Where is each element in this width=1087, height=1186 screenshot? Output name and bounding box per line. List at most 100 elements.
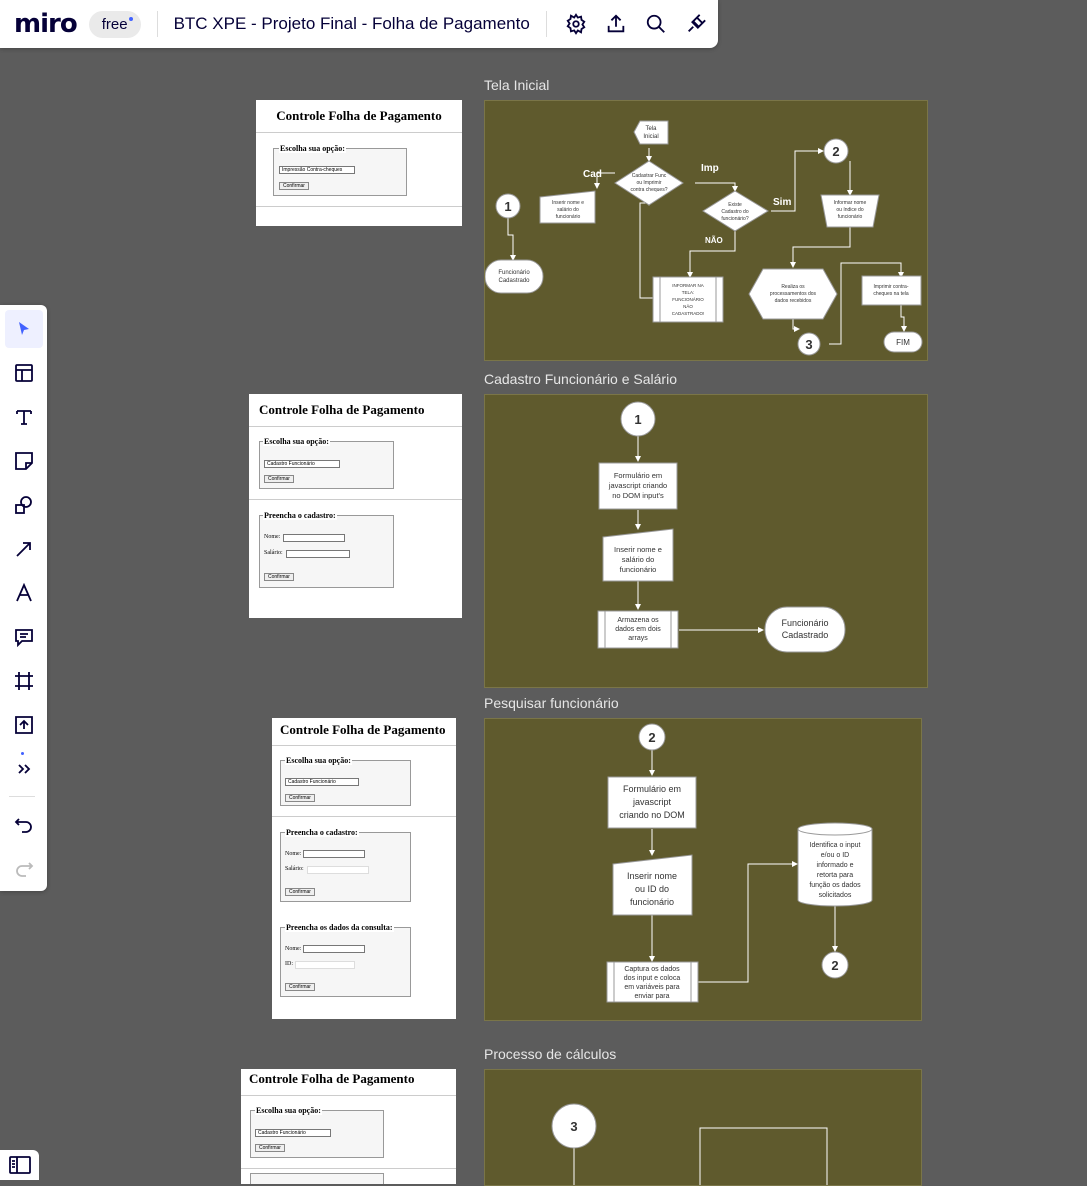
frame-title-tela-inicial[interactable]: Tela Inicial — [484, 77, 549, 93]
toolbar-divider — [9, 796, 35, 797]
plan-dot — [128, 16, 133, 21]
shot2-rule-2 — [249, 499, 462, 500]
flow1-connector-3-text: 3 — [805, 337, 812, 352]
pen-icon[interactable] — [5, 574, 43, 612]
plan-badge[interactable]: free — [88, 10, 141, 38]
comment-icon[interactable] — [5, 618, 43, 656]
frame-calculos[interactable]: 3 — [484, 1069, 922, 1186]
screenshot-cadastro[interactable]: Controle Folha de Pagamento Escolha sua … — [249, 394, 462, 618]
shot3-id-label: ID: — [285, 961, 293, 967]
shot3-nome2-input[interactable] — [303, 945, 365, 953]
flowchart-cadastro: 1 Formulário em javascript criando no DOM … — [597, 401, 846, 653]
screenshot-pesquisar[interactable]: Controle Folha de Pagamento Escolha sua … — [272, 718, 456, 1019]
shot2-confirm-cadastro-button[interactable]: Confirmar — [264, 573, 294, 581]
frame-title-calculos[interactable]: Processo de cálculos — [484, 1046, 616, 1062]
flow1-cad-label: Cad — [583, 169, 602, 180]
flow1-end-text: FIM — [896, 338, 910, 347]
screenshot-tela-inicial[interactable]: Controle Folha de Pagamento Escolha sua … — [256, 100, 462, 226]
flow4-connector-3-text: 3 — [570, 1119, 577, 1134]
miro-logo[interactable]: miro — [14, 9, 78, 39]
shot4-confirm-button[interactable]: Confirmar — [255, 1144, 285, 1152]
shot1-title: Controle Folha de Pagamento — [276, 108, 442, 123]
shot4-rule — [241, 1095, 456, 1096]
frame-tela-inicial[interactable]: Tela Inicial Cadastrar Func ou Imprimir con… — [484, 100, 928, 361]
shot1-legend: Escolha sua opção: — [279, 144, 346, 153]
frame-pesquisar[interactable]: 2 Formulário em javascript criando no DOM … — [484, 718, 922, 1021]
flow1-sim-label: Sim — [773, 197, 791, 208]
flow1-connector-2-text: 2 — [832, 144, 839, 159]
connection-line-icon[interactable] — [5, 530, 43, 568]
flow3-connector-2b-text: 2 — [831, 958, 838, 973]
settings-icon[interactable] — [565, 13, 587, 35]
shot1-rule — [256, 132, 462, 133]
shot2-confirm-button[interactable]: Confirmar — [264, 475, 294, 483]
shot3-nome2-label: Nome: — [285, 946, 302, 952]
divider — [156, 11, 158, 37]
flowchart-tela-inicial: Tela Inicial Cadastrar Func ou Imprimir con… — [485, 120, 923, 356]
frame-cadastro[interactable]: 1 Formulário em javascript criando no DOM … — [484, 394, 928, 688]
shot3-salario-label: Salário: — [285, 866, 304, 872]
left-toolbar — [0, 305, 47, 891]
shot4-rule-2 — [241, 1168, 456, 1169]
shot3-nome-input[interactable] — [303, 850, 365, 858]
shot3-confirm-cadastro-button[interactable]: Confirmar — [285, 888, 315, 896]
upload-icon[interactable] — [5, 706, 43, 744]
shot3-nome-label: Nome: — [285, 851, 302, 857]
shot3-legend-consulta: Preencha os dados da consulta: — [285, 923, 394, 932]
shot2-legend-cadastro: Preencha o cadastro: — [263, 511, 337, 520]
frame-title-cadastro[interactable]: Cadastro Funcionário e Salário — [484, 371, 677, 387]
shot3-legend-cadastro: Preencha o cadastro: — [285, 828, 359, 837]
flow1-inform-text: Informar nome ou índice do funcionário — [834, 200, 867, 220]
flow1-registered-shape — [485, 259, 544, 294]
text-icon[interactable] — [5, 398, 43, 436]
shot1-confirm-button[interactable]: Confirmar — [279, 182, 309, 190]
shot3-confirm-consulta-button[interactable]: Confirmar — [285, 983, 315, 991]
top-bar: miro free BTC XPE - Projeto Final - Folh… — [0, 0, 718, 48]
flow2-connector-1-text: 1 — [634, 412, 641, 427]
screenshot-calculos[interactable]: Controle Folha de Pagamento Escolha sua … — [241, 1069, 456, 1184]
shot4-option-select[interactable]: Cadastro Funcionário — [255, 1129, 331, 1137]
shot3-legend-choose: Escolha sua opção: — [285, 756, 352, 765]
shot3-title: Controle Folha de Pagamento — [280, 722, 446, 737]
divider — [545, 11, 547, 37]
shot3-confirm-button[interactable]: Confirmar — [285, 794, 315, 802]
flow1-notfound-text: INFORMAR NA TELA: FUNCIONÁRIO NÃO CADASTRADO… — [672, 283, 705, 316]
shot1-rule-2 — [256, 206, 462, 207]
shot4-legend-choose: Escolha sua opção: — [255, 1106, 322, 1115]
shot2-nome-input[interactable] — [283, 534, 345, 542]
flow4-process-shape — [699, 1127, 828, 1185]
flow2-form-text: Formulário em javascript criando no DOM in… — [608, 471, 667, 500]
shot2-rule — [249, 426, 462, 427]
sticky-note-icon[interactable] — [5, 442, 43, 480]
board-title[interactable]: BTC XPE - Projeto Final - Folha de Pagam… — [174, 14, 530, 34]
flowchart-calculos: 3 — [551, 1103, 828, 1185]
shot2-title: Controle Folha de Pagamento — [259, 402, 425, 417]
frame-icon[interactable] — [5, 662, 43, 700]
frame-title-pesquisar[interactable]: Pesquisar funcionário — [484, 695, 619, 711]
select-tool-icon[interactable] — [5, 310, 43, 348]
shot3-salario-input[interactable] — [307, 866, 369, 874]
shot2-legend-choose: Escolha sua opção: — [263, 437, 330, 446]
shapes-icon[interactable] — [5, 486, 43, 524]
shot2-salario-label: Salário: — [264, 550, 283, 556]
flow1-start-shape — [633, 120, 669, 145]
shot3-option-select[interactable]: Cadastro Funcionário — [285, 778, 359, 786]
shot3-id-input[interactable] — [295, 961, 355, 969]
flow3-connector-2-text: 2 — [648, 730, 655, 745]
shot1-option-select[interactable]: Impressão Contra-cheques — [279, 166, 355, 174]
shot2-salario-input[interactable] — [286, 550, 350, 558]
templates-icon[interactable] — [5, 354, 43, 392]
board-list-icon[interactable] — [0, 1150, 39, 1180]
share-upload-icon[interactable] — [605, 13, 627, 35]
shot4-fieldset-cadastro — [250, 1173, 384, 1184]
search-icon[interactable] — [645, 13, 667, 35]
shot2-nome-label: Nome: — [264, 534, 281, 540]
undo-icon[interactable] — [5, 806, 43, 844]
shot2-option-select[interactable]: Cadastro Funcionário — [264, 460, 340, 468]
redo-icon[interactable] — [5, 850, 43, 888]
plan-label: free — [101, 15, 128, 33]
flow1-print-text: Imprimir contra-cheques na tela — [873, 284, 909, 297]
shot3-rule — [272, 745, 456, 746]
more-tools-icon[interactable] — [5, 750, 43, 788]
integrations-icon[interactable] — [685, 13, 707, 35]
